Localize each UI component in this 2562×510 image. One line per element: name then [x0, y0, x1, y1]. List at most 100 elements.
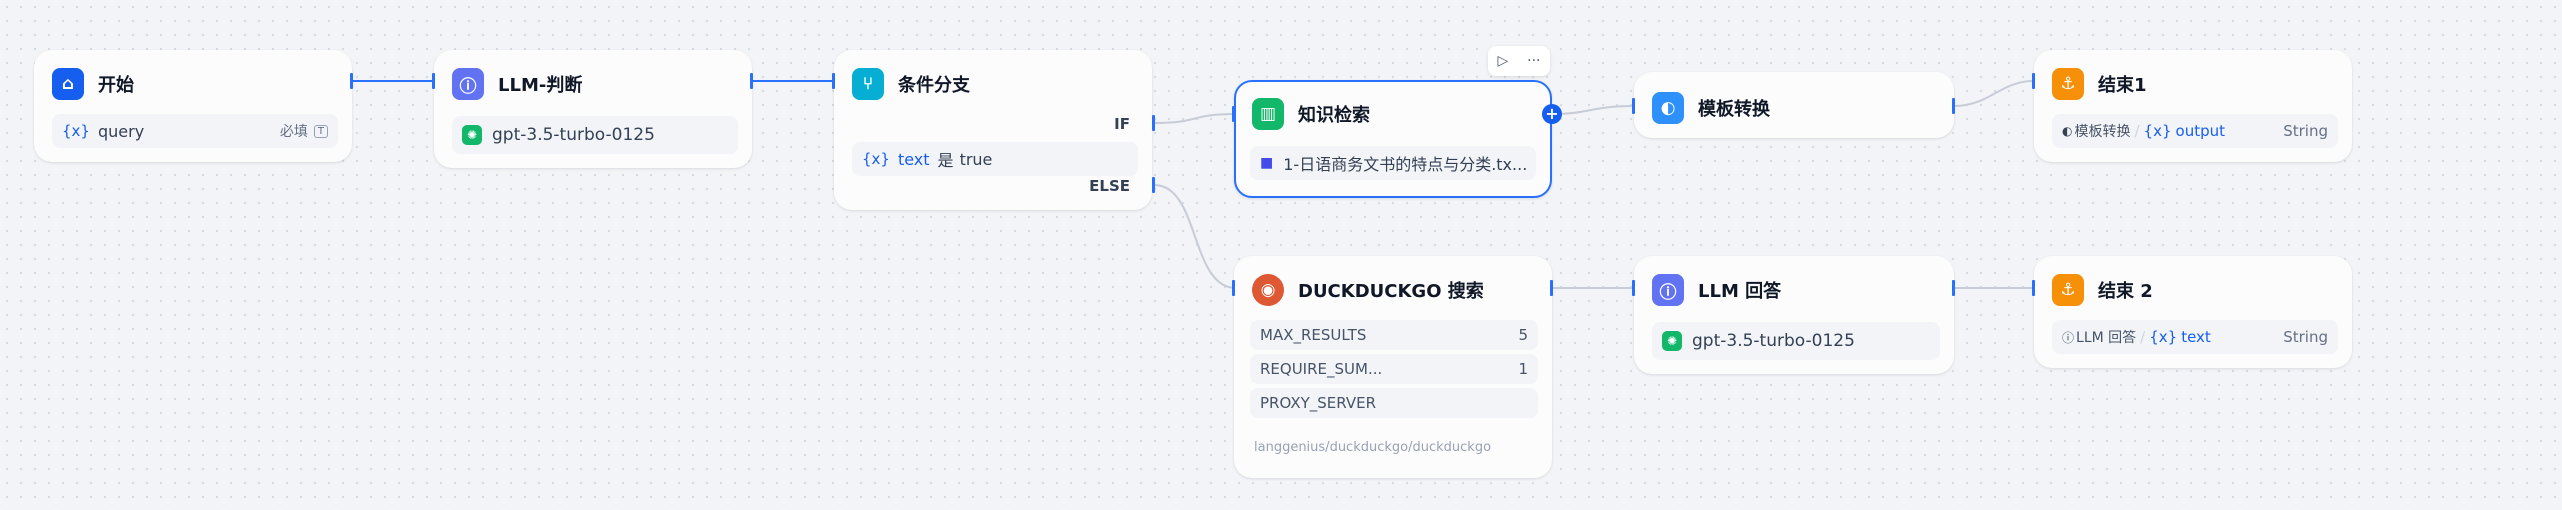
llm-answer-output-handle[interactable] [1952, 280, 1955, 296]
start-output-handle[interactable] [350, 73, 353, 89]
llm-small-icon: ⓘ [2062, 330, 2075, 345]
template-small-icon: ◐ [2062, 124, 2073, 138]
node-llm-answer-title: LLM 回答 [1698, 281, 1782, 302]
node-start[interactable]: ⌂ 开始 {x} query 必填 T [34, 50, 352, 162]
duckduckgo-icon: ◉ [1252, 274, 1284, 306]
duckduckgo-input-handle[interactable] [1232, 280, 1235, 296]
end2-input-handle[interactable] [2032, 280, 2035, 296]
param-name: PROXY_SERVER [1260, 394, 1377, 412]
variable-icon: {x} [862, 150, 890, 168]
path-separator: / [2140, 328, 2146, 346]
node-if-else-header: ⑂ 条件分支 [852, 66, 970, 102]
node-end1-header: ⚓ 结束1 [2052, 66, 2147, 102]
text-type-icon: T [313, 124, 328, 138]
node-end-2[interactable]: ⚓ 结束 2 ⓘ LLM 回答 / {x} text String [2034, 256, 2352, 368]
folder-icon: ■ [1260, 155, 1274, 171]
node-end1-title: 结束1 [2098, 75, 2147, 96]
node-knowledge-retrieval[interactable]: ▥ 知识检索 ■ 1-日语商务文书的特点与分类.tx... [1234, 80, 1552, 198]
param-value: 5 [1518, 326, 1528, 344]
param-name: REQUIRE_SUM... [1260, 360, 1383, 378]
condition-row[interactable]: {x} text 是 true [852, 142, 1138, 176]
node-llm-judge-header: ⓘ LLM-判断 [452, 66, 582, 102]
param-name: MAX_RESULTS [1260, 326, 1367, 344]
llm-answer-input-handle[interactable] [1632, 280, 1635, 296]
edge-template-end1 [1953, 80, 2035, 107]
node-llm-answer-header: ⓘ LLM 回答 [1652, 272, 1781, 308]
node-end2-header: ⚓ 结束 2 [2052, 272, 2153, 308]
knowledge-input-handle[interactable] [1232, 106, 1235, 122]
node-duckduckgo-title: DUCKDUCKGO 搜索 [1298, 281, 1484, 302]
end1-input-handle[interactable] [2032, 73, 2035, 89]
llm-judge-input-handle[interactable] [432, 73, 435, 89]
end2-type: String [2283, 328, 2328, 346]
template-input-handle[interactable] [1632, 98, 1635, 114]
book-icon: ▥ [1252, 98, 1284, 130]
home-icon: ⌂ [52, 68, 84, 100]
node-duckduckgo-header: ◉ DUCKDUCKGO 搜索 [1252, 272, 1484, 308]
param-value: 1 [1518, 360, 1528, 378]
dataset-name: 1-日语商务文书的特点与分类.tx... [1283, 155, 1528, 174]
end1-source-node: 模板转换 [2074, 124, 2131, 140]
llm-judge-model-row[interactable]: ✺ gpt-3.5-turbo-0125 [452, 116, 738, 154]
end-flag-icon: ⚓ [2052, 274, 2084, 306]
edge-else-duckduckgo [1153, 184, 1237, 289]
node-knowledge-header: ▥ 知识检索 [1252, 96, 1370, 132]
if-output-handle[interactable] [1152, 115, 1155, 131]
dataset-row[interactable]: ■ 1-日语商务文书的特点与分类.tx... [1250, 146, 1536, 180]
template-output-handle[interactable] [1952, 98, 1955, 114]
node-template-header: ◐ 模板转换 [1652, 90, 1770, 126]
llm-answer-model-row[interactable]: ✺ gpt-3.5-turbo-0125 [1652, 322, 1940, 360]
workflow-canvas[interactable]: ⌂ 开始 {x} query 必填 T ⓘ LLM-判断 ✺ gpt-3.5-t… [0, 0, 2562, 510]
llm-answer-model: gpt-3.5-turbo-0125 [1692, 331, 1855, 351]
node-template-transform[interactable]: ◐ 模板转换 [1634, 72, 1954, 138]
node-if-else[interactable]: ⑂ 条件分支 IF {x} text 是 true ELSE [834, 50, 1152, 210]
node-llm-judge-title: LLM-判断 [498, 75, 583, 96]
path-separator: / [2134, 122, 2140, 140]
start-variable-name: query [97, 121, 145, 141]
brain-icon: ⓘ [1652, 274, 1684, 306]
end1-type: String [2283, 122, 2328, 140]
condition-variable: text [897, 149, 930, 169]
condition-operator: 是 [937, 151, 954, 170]
run-icon[interactable]: ▷ [1497, 53, 1508, 69]
node-toolbar: ▷ ··· [1488, 46, 1550, 76]
node-knowledge-title: 知识检索 [1298, 105, 1370, 126]
node-llm-answer[interactable]: ⓘ LLM 回答 ✺ gpt-3.5-turbo-0125 [1634, 256, 1954, 374]
add-node-plus-icon[interactable]: + [1542, 104, 1562, 124]
node-end-1[interactable]: ⚓ 结束1 ◐ 模板转换 / {x} output String [2034, 50, 2352, 162]
node-llm-judge[interactable]: ⓘ LLM-判断 ✺ gpt-3.5-turbo-0125 [434, 50, 752, 168]
template-icon: ◐ [1652, 92, 1684, 124]
node-duckduckgo-search[interactable]: ◉ DUCKDUCKGO 搜索 MAX_RESULTS 5 REQUIRE_SU… [1234, 256, 1552, 478]
branch-icon: ⑂ [852, 68, 884, 100]
llm-judge-output-handle[interactable] [750, 73, 753, 89]
param-row[interactable]: PROXY_SERVER [1250, 388, 1538, 418]
edge-if-knowledge [1153, 113, 1237, 124]
provider-path: langgenius/duckduckgo/duckduckgo [1254, 440, 1492, 455]
more-icon[interactable]: ··· [1527, 53, 1540, 69]
node-end2-title: 结束 2 [2098, 281, 2153, 302]
else-label: ELSE [1089, 177, 1130, 195]
end1-output-row[interactable]: ◐ 模板转换 / {x} output String [2052, 114, 2338, 148]
variable-icon: {x} [62, 122, 90, 140]
end2-output-row[interactable]: ⓘ LLM 回答 / {x} text String [2052, 320, 2338, 354]
end2-variable-name: text [2181, 328, 2211, 346]
required-tag: 必填 [279, 124, 308, 140]
end2-source-node: LLM 回答 [2076, 330, 2137, 346]
node-start-title: 开始 [98, 75, 134, 96]
duckduckgo-output-handle[interactable] [1550, 280, 1553, 296]
llm-judge-model: gpt-3.5-turbo-0125 [492, 125, 655, 145]
param-row[interactable]: REQUIRE_SUM... 1 [1250, 354, 1538, 384]
node-template-title: 模板转换 [1698, 99, 1770, 120]
variable-icon: {x} [2143, 122, 2172, 140]
else-output-handle[interactable] [1152, 177, 1155, 193]
node-if-else-title: 条件分支 [898, 75, 970, 96]
if-label: IF [1114, 115, 1130, 133]
openai-icon: ✺ [1662, 331, 1682, 351]
node-start-header: ⌂ 开始 [52, 66, 134, 102]
if-else-input-handle[interactable] [832, 73, 835, 89]
param-row[interactable]: MAX_RESULTS 5 [1250, 320, 1538, 350]
brain-icon: ⓘ [452, 68, 484, 100]
end-flag-icon: ⚓ [2052, 68, 2084, 100]
start-variable-row[interactable]: {x} query 必填 T [52, 114, 338, 148]
end1-variable-name: output [2175, 122, 2225, 140]
